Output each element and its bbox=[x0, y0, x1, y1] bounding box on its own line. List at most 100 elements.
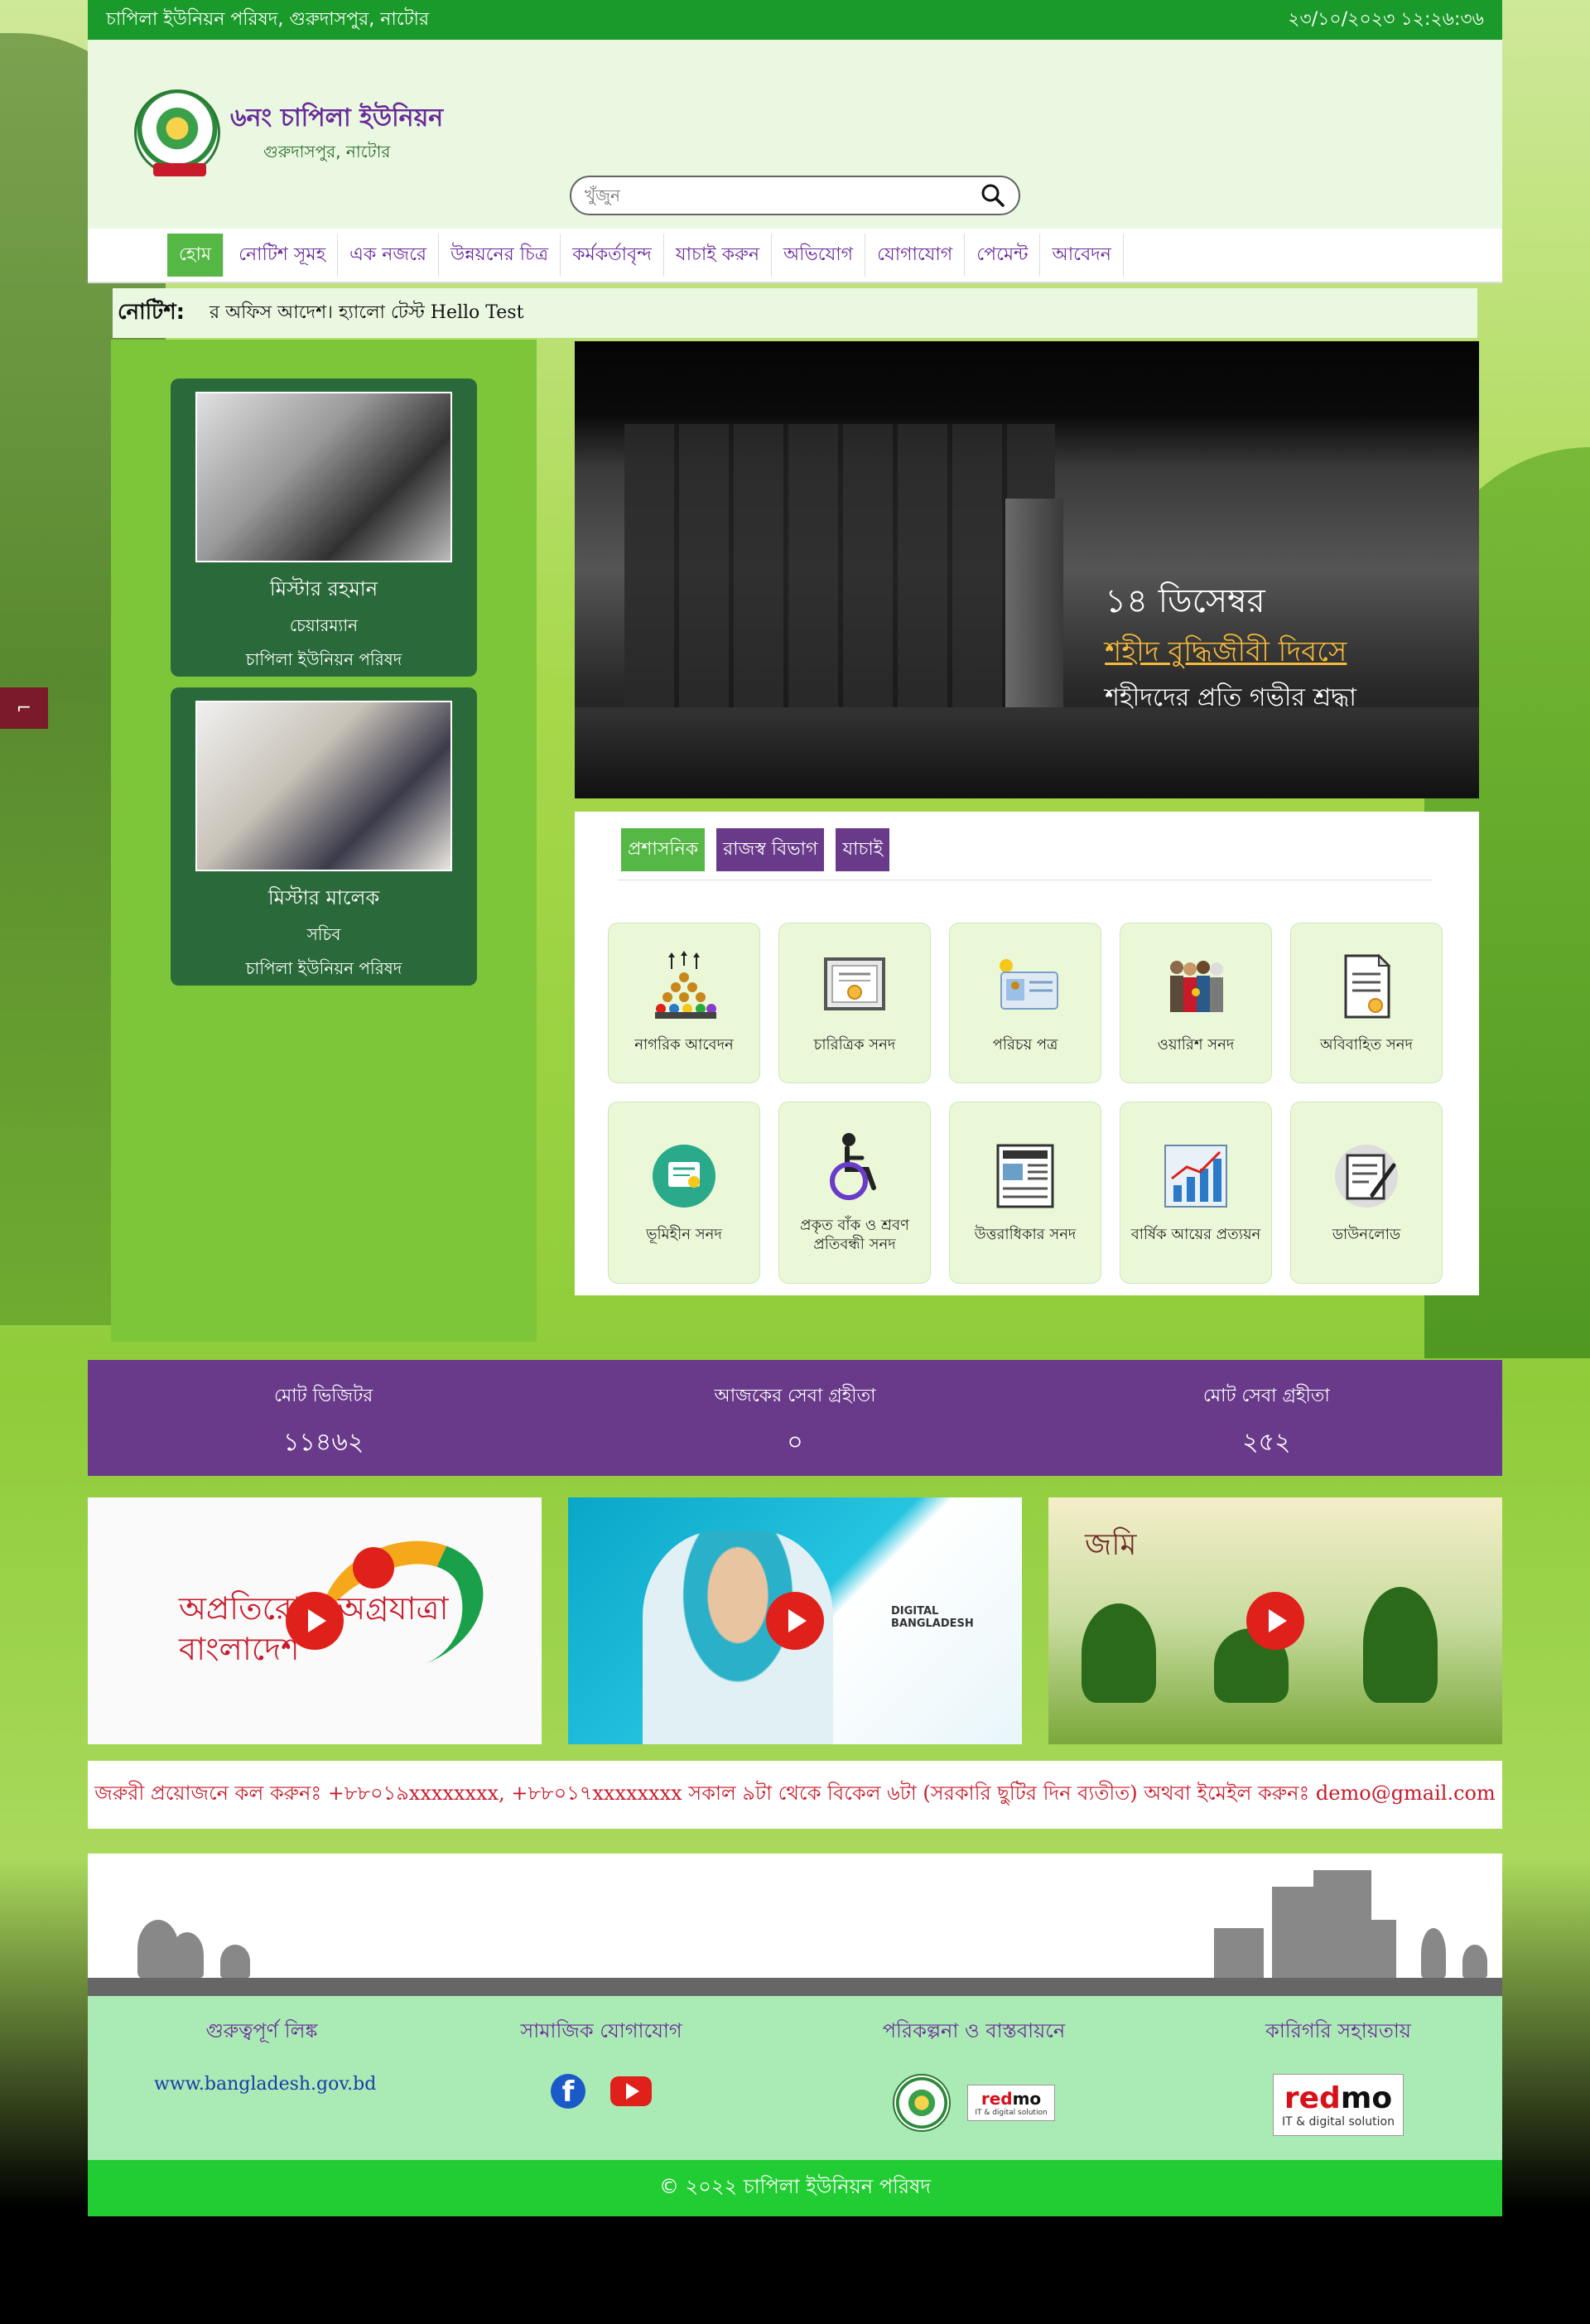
building-silhouette bbox=[1371, 1920, 1396, 1978]
footer-title: সামাজিক যোগাযোগ bbox=[520, 2019, 682, 2042]
banner-memorial-tower bbox=[1005, 499, 1063, 714]
official-org: চাপিলা ইউনিয়ন পরিষদ bbox=[245, 958, 402, 978]
nav-at-a-glance[interactable]: এক নজরে bbox=[338, 234, 440, 277]
service-download[interactable]: ডাউনলোড bbox=[1290, 1102, 1443, 1284]
site-header: ৬নং চাপিলা ইউনিয়ন গুরুদাসপুর, নাটোর bbox=[88, 40, 1502, 229]
footer-title: কারিগরি সহায়তায় bbox=[1265, 2019, 1411, 2042]
stat-label: আজকের সেবা গ্রহীতা bbox=[714, 1386, 876, 1406]
building-silhouette bbox=[1214, 1928, 1264, 1978]
stat-label: মোট ভিজিটর bbox=[274, 1386, 373, 1406]
redmo-tagline: IT & digital solution bbox=[975, 2109, 1048, 2117]
copyright-text: © ২০২২ চাপিলা ইউনিয়ন পরিষদ bbox=[659, 2175, 931, 2198]
footer-skyline bbox=[88, 1854, 1502, 1996]
service-label: চারিত্রিক সনদ bbox=[813, 1036, 896, 1054]
contact-text: জরুরী প্রয়োজনে কল করুনঃ +৮৮০১৯xxxxxxxx,… bbox=[94, 1782, 1496, 1805]
building-silhouette bbox=[1272, 1887, 1313, 1978]
service-landless-certificate[interactable]: ভূমিহীন সনদ bbox=[608, 1102, 760, 1284]
search-icon[interactable] bbox=[980, 183, 1005, 208]
services-section: প্রশাসনিক রাজস্ব বিভাগ যাচাই নাগরিক আবেদ… bbox=[575, 812, 1479, 1295]
site-footer: গুরুত্বপূর্ণ লিঙ্ক www.bangladesh.gov.bd… bbox=[88, 1996, 1502, 2160]
official-photo bbox=[195, 392, 452, 562]
nav-development-gallery[interactable]: উন্নয়নের চিত্র bbox=[439, 234, 561, 277]
nav-home[interactable]: হোম bbox=[167, 234, 224, 277]
banner-date: ১৪ ডিসেম্বর bbox=[1105, 582, 1265, 620]
service-succession-certificate[interactable]: উত্তরাধিকার সনদ bbox=[949, 1102, 1101, 1284]
service-label: ভূমিহীন সনদ bbox=[646, 1226, 722, 1244]
service-character-certificate[interactable]: চারিত্রিক সনদ bbox=[778, 923, 931, 1083]
service-label: উত্তরাধিকার সনদ bbox=[974, 1226, 1077, 1244]
nav-contact[interactable]: যোগাযোগ bbox=[865, 234, 966, 277]
citizens-icon bbox=[655, 951, 716, 1020]
id-card-icon bbox=[1000, 959, 1058, 1010]
side-floating-tab[interactable]: ⌐ bbox=[0, 687, 48, 729]
wheelchair-icon bbox=[830, 1132, 876, 1200]
footer-social: সামাজিক যোগাযোগ f bbox=[502, 2016, 701, 2109]
redmo-tagline: IT & digital solution bbox=[1282, 2115, 1395, 2129]
side-tab-icon: ⌐ bbox=[16, 697, 32, 719]
stat-value: ২৫২ bbox=[1242, 1428, 1291, 1457]
video-caption: জমি bbox=[1085, 1528, 1137, 1562]
topbar-datetime: ২৩/১০/২০২৩ ১২:২৬:৩৬ bbox=[1288, 8, 1484, 30]
banner-tribute: শহীদদের প্রতি গভীর শ্রদ্ধা bbox=[1105, 683, 1356, 712]
stat-total-service-recipients: মোট সেবা গ্রহীতা ২৫২ bbox=[1031, 1360, 1502, 1476]
tree-silhouette bbox=[171, 1932, 204, 1978]
video-thumbnail[interactable]: জমি bbox=[1048, 1497, 1502, 1744]
nav-payment[interactable]: পেমেন্ট bbox=[965, 234, 1041, 277]
officials-panel: মিস্টার রহমান চেয়ারম্যান চাপিলা ইউনিয়ন… bbox=[111, 340, 537, 1342]
union-seal-icon bbox=[134, 89, 220, 176]
banner-water bbox=[575, 707, 1479, 798]
gov-portal-link[interactable]: www.bangladesh.gov.bd bbox=[154, 2074, 376, 2095]
stat-today-service-recipients: আজকের সেবা গ্রহীতা ০ bbox=[559, 1360, 1030, 1476]
service-label: পরিচয় পত্র bbox=[992, 1036, 1058, 1054]
site-logo[interactable]: ৬নং চাপিলা ইউনিয়ন গুরুদাসপুর, নাটোর bbox=[134, 89, 443, 176]
service-unmarried-certificate[interactable]: অবিবাহিত সনদ bbox=[1290, 923, 1443, 1083]
facebook-icon[interactable]: f bbox=[551, 2074, 585, 2109]
tab-administrative[interactable]: প্রশাসনিক bbox=[621, 828, 706, 871]
hero-banner: ১৪ ডিসেম্বর শহীদ বুদ্ধিজীবী দিবসে শহীদদে… bbox=[575, 341, 1479, 798]
top-bar: চাপিলা ইউনিয়ন পরিষদ, গুরুদাসপুর, নাটোর … bbox=[88, 0, 1502, 40]
nav-notices[interactable]: নোটিশ সূমহ bbox=[227, 234, 339, 277]
redmo-logo[interactable]: redmo IT & digital solution bbox=[1273, 2074, 1404, 2136]
tab-revenue[interactable]: রাজস্ব বিভাগ bbox=[716, 828, 825, 871]
video-section: অপ্রতিরোধ্য অগ্রযাত্রা বাংলাদেশ DIGITAL … bbox=[88, 1497, 1502, 1744]
tree-silhouette bbox=[1421, 1928, 1446, 1978]
banner-memorial-wall bbox=[624, 424, 1055, 755]
page-bottom-black bbox=[0, 2216, 1590, 2324]
video-thumbnail[interactable]: অপ্রতিরোধ্য অগ্রযাত্রা বাংলাদেশ bbox=[88, 1497, 542, 1744]
banner-occasion: শহীদ বুদ্ধিজীবী দিবসে bbox=[1105, 635, 1347, 668]
play-icon[interactable] bbox=[766, 1592, 824, 1650]
service-label: বার্ষিক আয়ের প্রত্যয়ন bbox=[1130, 1226, 1261, 1244]
tree-silhouette bbox=[1462, 1945, 1487, 1978]
sign-document-icon bbox=[1335, 1145, 1398, 1208]
redmo-logo[interactable]: redmo IT & digital solution bbox=[967, 2085, 1055, 2121]
official-card: মিস্টার রহমান চেয়ারম্যান চাপিলা ইউনিয়ন… bbox=[171, 378, 477, 677]
service-citizen-application[interactable]: নাগরিক আবেদন bbox=[608, 923, 760, 1083]
notice-ticker: নোটিশ: র অফিস আদেশ। হ্যালো টেস্ট Hello T… bbox=[113, 288, 1477, 338]
nav-complaint[interactable]: অভিযোগ bbox=[772, 234, 866, 277]
tree-image bbox=[1082, 1603, 1156, 1703]
tab-verify[interactable]: যাচাই bbox=[836, 828, 890, 871]
certificate-icon bbox=[824, 957, 885, 1011]
service-identity-card[interactable]: পরিচয় পত্র bbox=[949, 923, 1101, 1083]
service-disability-certificate[interactable]: প্রকৃত বাঁক ও শ্রবণ প্রতিবন্ধী সনদ bbox=[778, 1102, 931, 1284]
nav-verify[interactable]: যাচাই করুন bbox=[664, 234, 773, 277]
notice-text[interactable]: র অফিস আদেশ। হ্যালো টেস্ট Hello Test bbox=[210, 298, 523, 329]
service-annual-income[interactable]: বার্ষিক আয়ের প্রত্যয়ন bbox=[1120, 1102, 1272, 1284]
stat-label: মোট সেবা গ্রহীতা bbox=[1202, 1386, 1330, 1406]
footer-technical-support: কারিগরি সহায়তায় redmo IT & digital sol… bbox=[1239, 2016, 1438, 2136]
nav-application[interactable]: আবেদন bbox=[1040, 234, 1124, 277]
award-icon bbox=[653, 1145, 716, 1208]
service-label: প্রকৃত বাঁক ও শ্রবণ প্রতিবন্ধী সনদ bbox=[800, 1216, 909, 1253]
play-icon[interactable] bbox=[1246, 1592, 1304, 1650]
search-input[interactable] bbox=[585, 186, 980, 205]
video-thumbnail[interactable]: DIGITAL BANGLADESH bbox=[568, 1497, 1022, 1744]
bar-chart-icon bbox=[1164, 1145, 1227, 1208]
stat-value: ১১৪৬২ bbox=[282, 1428, 364, 1457]
service-label: নাগরিক আবেদন bbox=[634, 1036, 734, 1054]
play-icon[interactable] bbox=[286, 1592, 344, 1650]
nav-officials[interactable]: কর্মকর্তাবৃন্দ bbox=[561, 234, 664, 277]
service-heir-certificate[interactable]: ওয়ারিশ সনদ bbox=[1120, 923, 1272, 1083]
youtube-icon[interactable] bbox=[610, 2076, 652, 2106]
footer-planning: পরিকল্পনা ও বাস্তবায়নে redmo IT & digit… bbox=[866, 2016, 1082, 2132]
stat-total-visitors: মোট ভিজিটর ১১৪৬২ bbox=[88, 1360, 559, 1476]
